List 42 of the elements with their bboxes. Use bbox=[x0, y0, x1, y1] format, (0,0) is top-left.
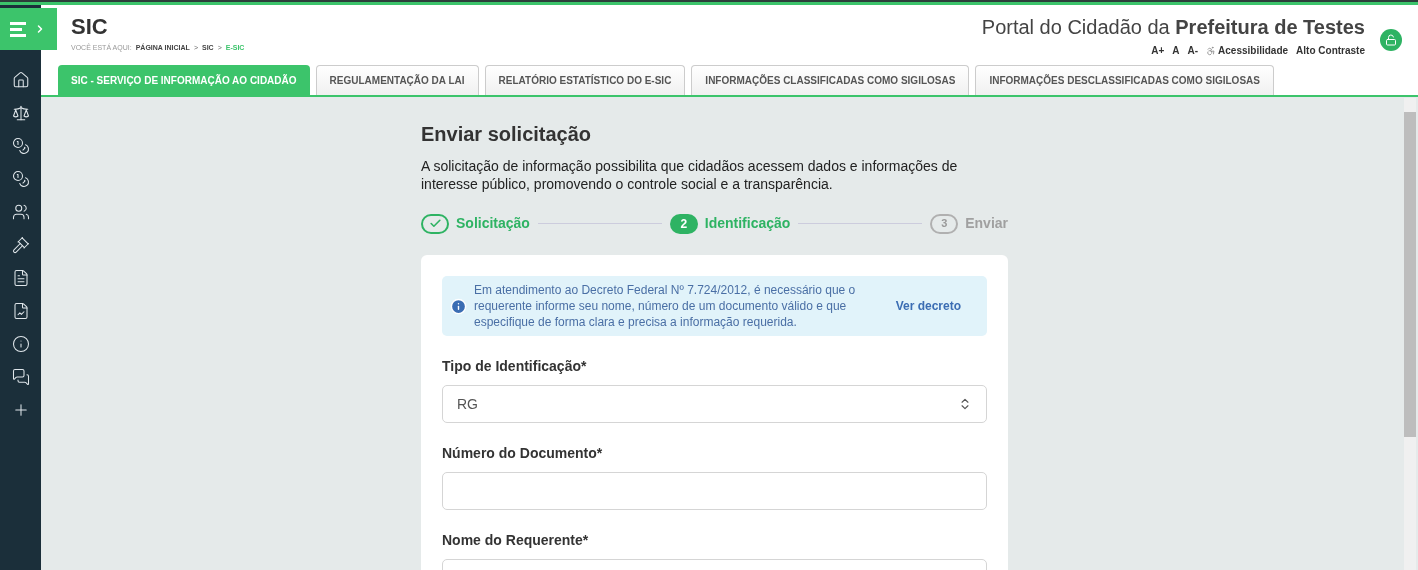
step-label: Identificação bbox=[704, 214, 791, 233]
info-icon bbox=[450, 297, 467, 315]
document-icon[interactable] bbox=[11, 269, 30, 287]
coins-icon[interactable] bbox=[11, 170, 30, 188]
step-label: Enviar bbox=[965, 214, 1008, 233]
tab[interactable]: INFORMAÇÕES CLASSIFICADAS COMO SIGILOSAS bbox=[691, 65, 970, 95]
scrollbar[interactable] bbox=[1404, 98, 1416, 570]
step-number: 3 bbox=[930, 213, 959, 234]
check-icon bbox=[428, 217, 442, 230]
accessibility-link[interactable]: Acessibilidade bbox=[1206, 43, 1289, 58]
chat-icon[interactable] bbox=[11, 368, 30, 386]
decree-link[interactable]: Ver decreto bbox=[877, 297, 979, 315]
select-field[interactable]: RG bbox=[442, 385, 987, 423]
tab[interactable]: RELATÓRIO ESTATÍSTICO DO E-SIC bbox=[484, 65, 686, 95]
contrast-link[interactable]: Alto Contraste bbox=[1296, 43, 1365, 58]
step-number: 2 bbox=[669, 213, 698, 234]
scale-icon[interactable] bbox=[11, 104, 30, 122]
lock-button[interactable] bbox=[1380, 29, 1402, 51]
info-icon[interactable] bbox=[11, 335, 30, 353]
font-size-button[interactable]: A bbox=[1172, 43, 1180, 58]
form-title: Enviar solicitação bbox=[421, 122, 593, 147]
field-label: Nome do Requerente* bbox=[442, 531, 590, 550]
portal-title: Portal do Cidadão da Prefeitura de Testes bbox=[981, 15, 1365, 39]
wheelchair-icon bbox=[1206, 45, 1217, 56]
field-label: Tipo de Identificação* bbox=[442, 357, 588, 376]
input-field[interactable] bbox=[442, 472, 987, 510]
coins-icon[interactable] bbox=[11, 137, 30, 155]
report-icon[interactable] bbox=[11, 302, 30, 320]
gavel-icon[interactable] bbox=[11, 236, 30, 254]
font-size-button[interactable]: A- bbox=[1187, 43, 1199, 58]
page-heading: SIC bbox=[71, 15, 109, 39]
padlock-icon bbox=[1385, 34, 1397, 46]
step-label: Solicitação bbox=[456, 214, 530, 233]
menu-icon bbox=[10, 21, 26, 37]
field-label: Número do Documento* bbox=[442, 444, 604, 463]
people-icon[interactable] bbox=[11, 203, 30, 221]
font-size-button[interactable]: A+ bbox=[1151, 43, 1165, 58]
notice-text: Em atendimento ao Decreto Federal Nº 7.724/2012, é necessário que o requerente informe seu nome, número de um documento válido e que especifique de forma clara e precisa a informação requerida. bbox=[474, 282, 857, 330]
form-description: A solicitação de informação possibilita que cidadãos acessem dados e informações de interesse público, promovendo o controle social e a transparência. bbox=[421, 157, 959, 193]
tab[interactable]: INFORMAÇÕES DESCLASSIFICADAS COMO SIGILOSAS bbox=[975, 65, 1274, 95]
tab[interactable]: REGULAMENTAÇÃO DA LAI bbox=[315, 65, 479, 95]
home-icon[interactable] bbox=[11, 71, 30, 89]
